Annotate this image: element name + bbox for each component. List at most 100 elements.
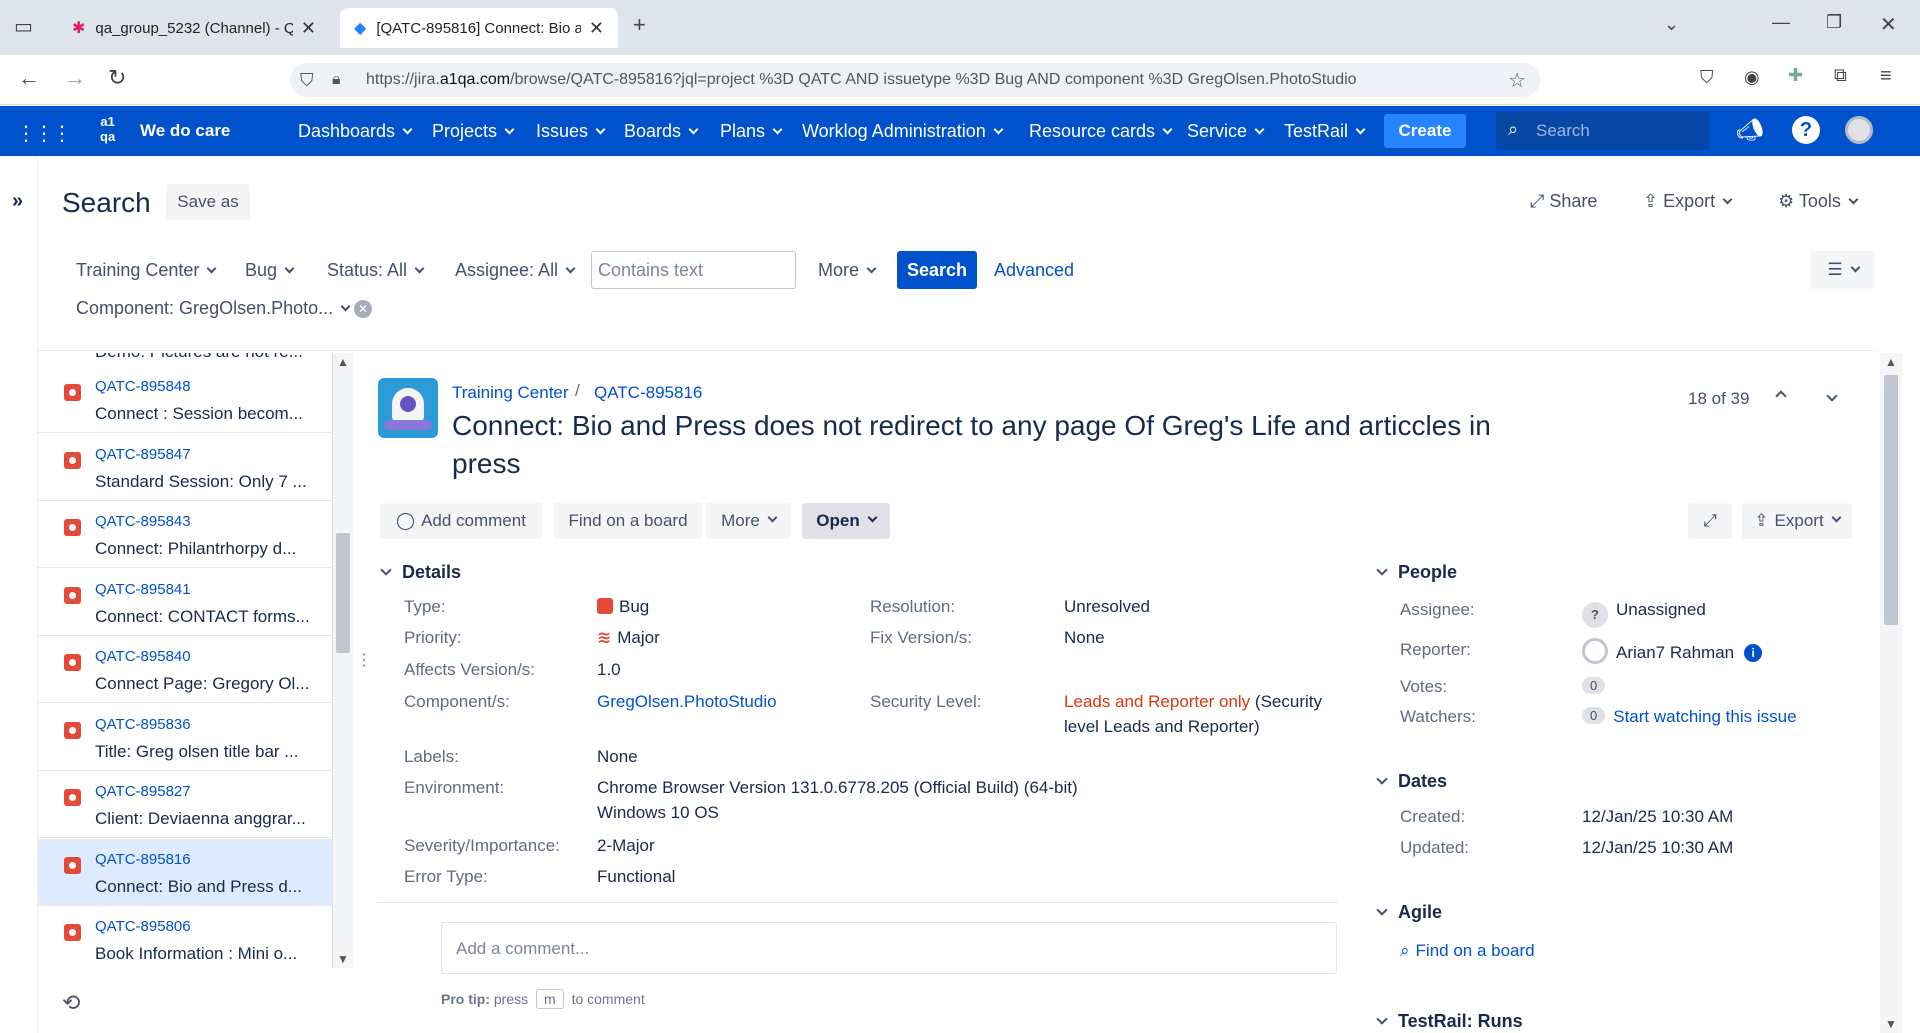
component-link[interactable]: GregOlsen.PhotoStudio (597, 692, 777, 712)
nav-dashboards[interactable]: Dashboards (298, 121, 413, 142)
close-icon[interactable]: ✕ (301, 18, 316, 39)
error-type-value: Functional (597, 867, 676, 886)
account-icon[interactable]: ◉ (1744, 67, 1760, 88)
start-watching-link[interactable]: Start watching this issue (1613, 707, 1796, 726)
nav-projects[interactable]: Projects (432, 121, 515, 142)
filter-component[interactable]: Component: GregOlsen.Photo... (76, 298, 351, 319)
filter-type[interactable]: Bug (245, 260, 295, 281)
tab-actions-icon[interactable]: ▭ (14, 14, 33, 39)
next-issue-icon[interactable] (1826, 390, 1838, 402)
testrail-runs-heading[interactable]: TestRail: Runs (1376, 1011, 1523, 1032)
save-as-button[interactable]: Save as (166, 184, 250, 220)
list-scrollbar-track[interactable]: ▲ ▼ (333, 353, 353, 968)
extensions-icon[interactable]: ⧉ (1834, 65, 1847, 86)
nav-testrail[interactable]: TestRail (1284, 121, 1366, 142)
global-search-input[interactable]: ⌕ Search (1496, 112, 1709, 150)
filter-status[interactable]: Status: All (327, 260, 425, 281)
clear-filter-icon[interactable]: ✕ (354, 300, 372, 318)
help-icon[interactable]: ? (1792, 116, 1820, 144)
breadcrumb-issue-key[interactable]: QATC-895816 (594, 383, 702, 403)
avatar[interactable] (1845, 116, 1873, 144)
tab-list-chevron-icon[interactable]: ⌄ (1664, 14, 1679, 35)
forward-icon[interactable]: → (64, 65, 86, 91)
agile-heading[interactable]: Agile (1376, 902, 1442, 923)
export-button[interactable]: ⇪ Export (1643, 191, 1733, 212)
scroll-down-icon[interactable]: ▼ (337, 952, 349, 966)
announcement-icon[interactable]: 📣︎ (1736, 117, 1764, 143)
minimize-icon[interactable]: — (1772, 12, 1790, 33)
reporter-value[interactable]: Arian7 Rahman i (1582, 638, 1763, 664)
browser-tab-jira[interactable]: ◆ [QATC-895816] Connect: Bio an ✕ (340, 8, 618, 48)
nav-resource-cards[interactable]: Resource cards (1029, 121, 1173, 142)
url-field[interactable]: ⛉ 🔒︎ https://jira. a1qa.com/browse/QATC-8… (290, 63, 1540, 97)
contains-text-input[interactable]: Contains text (591, 251, 796, 289)
page-scrollbar-thumb[interactable] (1884, 375, 1898, 625)
severity-label: Severity/Importance: (404, 836, 560, 855)
list-item[interactable]: QATC-895848 Connect : Session becom... (38, 366, 332, 433)
list-scrollbar-thumb[interactable] (336, 533, 350, 653)
more-button[interactable]: More (706, 503, 791, 539)
heading-label: TestRail: Runs (1398, 1011, 1523, 1031)
list-item[interactable]: QATC-895827 Client: Deviaenna anggrar... (38, 771, 332, 838)
advanced-link[interactable]: Advanced (994, 260, 1074, 281)
pocket-icon[interactable]: ⛉ (1700, 67, 1714, 88)
reload-icon[interactable]: ↻ (108, 65, 126, 91)
page-scrollbar[interactable]: ▲ ▼ (1880, 353, 1902, 1033)
filter-project[interactable]: Training Center (76, 260, 217, 281)
layout-switcher-button[interactable]: ☰ (1811, 251, 1875, 289)
find-on-board-button[interactable]: Find on a board (554, 503, 702, 539)
extension-icon[interactable]: ✚ (1788, 65, 1803, 86)
refresh-icon[interactable]: ⟲ (62, 990, 80, 1016)
create-button[interactable]: Create (1384, 114, 1466, 148)
people-heading[interactable]: People (1376, 562, 1457, 583)
dates-heading[interactable]: Dates (1376, 771, 1447, 792)
nav-worklog[interactable]: Worklog Administration (802, 121, 1004, 142)
info-icon[interactable]: i (1744, 644, 1763, 662)
status-open-button[interactable]: Open (802, 503, 890, 539)
list-item[interactable]: QATC-895840 Connect Page: Gregory Ol... (38, 636, 332, 703)
add-comment-button[interactable]: ◯ Add comment (380, 503, 542, 539)
pro-tip: Pro tip: press m to comment (441, 989, 645, 1009)
share-issue-button[interactable]: ⤢ (1688, 503, 1732, 539)
list-item[interactable]: QATC-895847 Standard Session: Only 7 ... (38, 434, 332, 501)
search-icon: ⌕ (1400, 941, 1410, 960)
nav-issues[interactable]: Issues (536, 121, 606, 142)
search-button[interactable]: Search (897, 251, 977, 289)
new-tab-icon[interactable]: + (633, 12, 646, 38)
menu-icon[interactable]: ≡ (1880, 65, 1892, 88)
breadcrumb-project[interactable]: Training Center (452, 383, 569, 403)
details-heading[interactable]: Details (380, 562, 461, 583)
resize-handle[interactable]: ⋮ (356, 650, 372, 670)
browser-tab-slack[interactable]: ✱ qa_group_5232 (Channel) - QA ✕ (58, 8, 330, 48)
app-switcher-icon[interactable]: ⋮⋮⋮ (16, 121, 72, 146)
scroll-up-icon[interactable]: ▲ (1885, 355, 1897, 369)
list-item[interactable]: QATC-895841 Connect: CONTACT forms... (38, 569, 332, 636)
a1qa-logo[interactable]: a1 qa (100, 114, 115, 144)
back-icon[interactable]: ← (18, 65, 40, 91)
list-item-selected[interactable]: QATC-895816 Connect: Bio and Press d... (38, 839, 332, 906)
filter-more[interactable]: More (818, 260, 877, 281)
nav-boards[interactable]: Boards (624, 121, 699, 142)
share-button[interactable]: ⤢ Share (1530, 191, 1597, 212)
list-item[interactable]: QATC-895843 Connect: Philantrhorpy d... (38, 501, 332, 568)
bookmark-star-icon[interactable]: ☆ (1508, 68, 1526, 93)
issue-summary: Connect : Session becom... (95, 404, 303, 423)
previous-issue-icon[interactable] (1775, 390, 1787, 402)
export-issue-button[interactable]: ⇪ Export (1742, 503, 1852, 539)
window-close-icon[interactable]: ✕ (1880, 12, 1897, 37)
tools-button[interactable]: ⚙ Tools (1778, 191, 1859, 212)
nav-plans[interactable]: Plans (720, 121, 783, 142)
close-icon[interactable]: ✕ (589, 18, 604, 39)
add-comment-input[interactable]: Add a comment... (441, 922, 1337, 974)
scroll-down-icon[interactable]: ▼ (1885, 1017, 1897, 1031)
list-item[interactable]: QATC-895836 Title: Greg olsen title bar .… (38, 704, 332, 771)
issue-key: QATC-895836 (95, 716, 191, 733)
filter-assignee[interactable]: Assignee: All (455, 260, 576, 281)
maximize-icon[interactable]: ❐ (1826, 12, 1842, 33)
list-item[interactable]: QATC-895806 Book Information : Mini o... (38, 906, 332, 968)
agile-find-on-board-link[interactable]: ⌕ Find on a board (1400, 941, 1535, 961)
list-item-partial[interactable]: Demo: Pictures are not re... (95, 353, 303, 362)
expand-sidebar-icon[interactable]: » (12, 190, 23, 213)
nav-service[interactable]: Service (1187, 121, 1265, 142)
scroll-up-icon[interactable]: ▲ (337, 355, 349, 369)
